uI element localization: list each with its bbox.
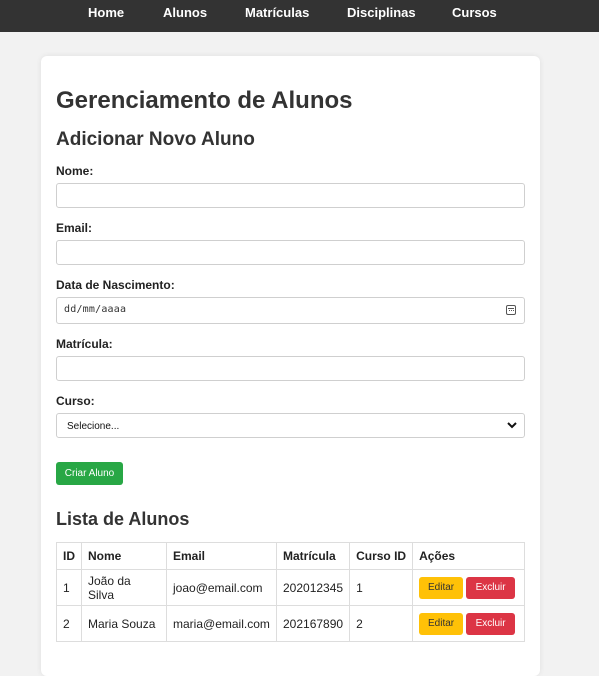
column-header-acoes: Ações	[412, 542, 525, 570]
column-header-email: Email	[166, 542, 277, 570]
cell-nome: Maria Souza	[81, 605, 167, 642]
column-header-id: ID	[56, 542, 82, 570]
calendar-icon[interactable]	[506, 305, 516, 315]
date-placeholder: dd/mm/aaaa	[64, 304, 127, 315]
column-header-matricula: Matrícula	[275, 542, 351, 570]
chevron-down-icon	[507, 422, 517, 429]
cell-curso-id: 2	[349, 605, 414, 642]
delete-button[interactable]: Excluir	[466, 612, 516, 635]
cell-acoes: Editar Excluir	[412, 569, 525, 606]
matricula-label: Matrícula:	[56, 337, 113, 351]
column-header-curso-id: Curso ID	[349, 542, 414, 570]
main-card: Gerenciamento de Alunos Adicionar Novo A…	[41, 56, 540, 676]
table-row: 1 João da Silva joao@email.com 202012345…	[56, 569, 525, 606]
nome-input[interactable]	[56, 183, 525, 208]
data-nascimento-input[interactable]: dd/mm/aaaa	[56, 297, 525, 324]
top-navbar: Home Alunos Matrículas Disciplinas Curso…	[0, 0, 599, 32]
cell-email: joao@email.com	[166, 569, 277, 606]
curso-select[interactable]: Selecione...	[56, 413, 525, 438]
edit-button[interactable]: Editar	[419, 576, 464, 599]
cell-id: 1	[56, 569, 82, 606]
cell-acoes: Editar Excluir	[412, 605, 525, 642]
criar-aluno-button[interactable]: Criar Aluno	[56, 462, 123, 485]
table-header-row: ID Nome Email Matrícula Curso ID Ações	[56, 542, 525, 570]
nav-home-link[interactable]: Home	[88, 6, 124, 20]
email-label: Email:	[56, 221, 93, 235]
cell-email: maria@email.com	[166, 605, 277, 642]
delete-button[interactable]: Excluir	[466, 576, 516, 599]
nav-cursos-link[interactable]: Cursos	[452, 6, 497, 20]
nome-label: Nome:	[56, 164, 94, 178]
cell-matricula: 202012345	[275, 569, 351, 606]
cell-nome: João da Silva	[81, 569, 167, 606]
cell-curso-id: 1	[349, 569, 414, 606]
table-row: 2 Maria Souza maria@email.com 202167890 …	[56, 605, 525, 642]
cell-matricula: 202167890	[275, 605, 351, 642]
nav-disciplinas-link[interactable]: Disciplinas	[347, 6, 416, 20]
students-table: ID Nome Email Matrícula Curso ID Ações 1…	[56, 542, 525, 642]
curso-label: Curso:	[56, 394, 95, 408]
curso-selected-value: Selecione...	[67, 421, 120, 432]
nav-alunos-link[interactable]: Alunos	[163, 6, 207, 20]
page-title: Gerenciamento de Alunos	[56, 87, 353, 114]
column-header-nome: Nome	[81, 542, 167, 570]
list-heading: Lista de Alunos	[56, 509, 190, 529]
matricula-input[interactable]	[56, 356, 525, 381]
data-nascimento-label: Data de Nascimento:	[56, 278, 175, 292]
cell-id: 2	[56, 605, 82, 642]
edit-button[interactable]: Editar	[419, 612, 464, 635]
form-heading: Adicionar Novo Aluno	[56, 129, 255, 150]
email-input[interactable]	[56, 240, 525, 265]
nav-matriculas-link[interactable]: Matrículas	[245, 6, 309, 20]
